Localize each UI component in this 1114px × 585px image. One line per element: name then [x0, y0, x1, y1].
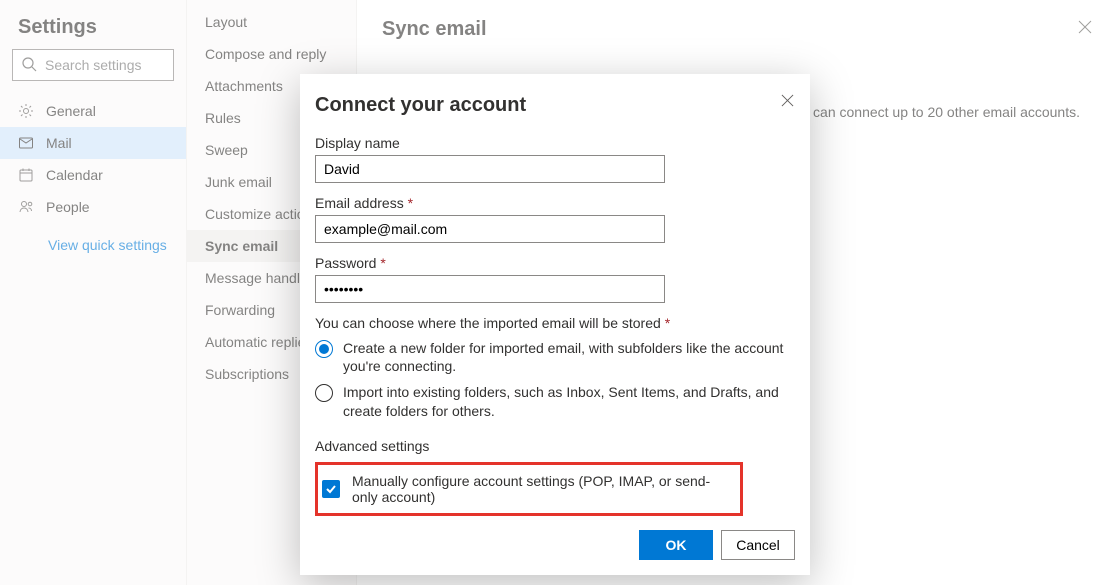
manual-config-checkbox[interactable] [322, 480, 340, 498]
app-root: Settings General Mail Calendar [0, 0, 1114, 585]
dialog-title: Connect your account [315, 94, 795, 117]
display-name-input[interactable] [315, 155, 665, 183]
cancel-button[interactable]: Cancel [721, 530, 795, 560]
connect-account-dialog: Connect your account Display name Email … [300, 74, 810, 575]
advanced-settings-label: Advanced settings [315, 438, 795, 454]
radio-icon [315, 384, 333, 402]
dialog-close-button[interactable] [781, 94, 794, 110]
manual-config-row-highlighted: Manually configure account settings (POP… [315, 462, 743, 516]
email-label: Email address * [315, 195, 795, 211]
radio-label: Create a new folder for imported email, … [343, 339, 795, 375]
email-input[interactable] [315, 215, 665, 243]
ok-button[interactable]: OK [639, 530, 713, 560]
display-name-label: Display name [315, 135, 795, 151]
password-label: Password * [315, 255, 795, 271]
radio-icon [315, 340, 333, 358]
manual-config-label: Manually configure account settings (POP… [352, 473, 734, 505]
dialog-button-row: OK Cancel [315, 530, 795, 560]
password-input[interactable] [315, 275, 665, 303]
radio-import-existing[interactable]: Import into existing folders, such as In… [315, 383, 795, 419]
radio-create-folder[interactable]: Create a new folder for imported email, … [315, 339, 795, 375]
radio-label: Import into existing folders, such as In… [343, 383, 795, 419]
storage-label: You can choose where the imported email … [315, 315, 795, 331]
